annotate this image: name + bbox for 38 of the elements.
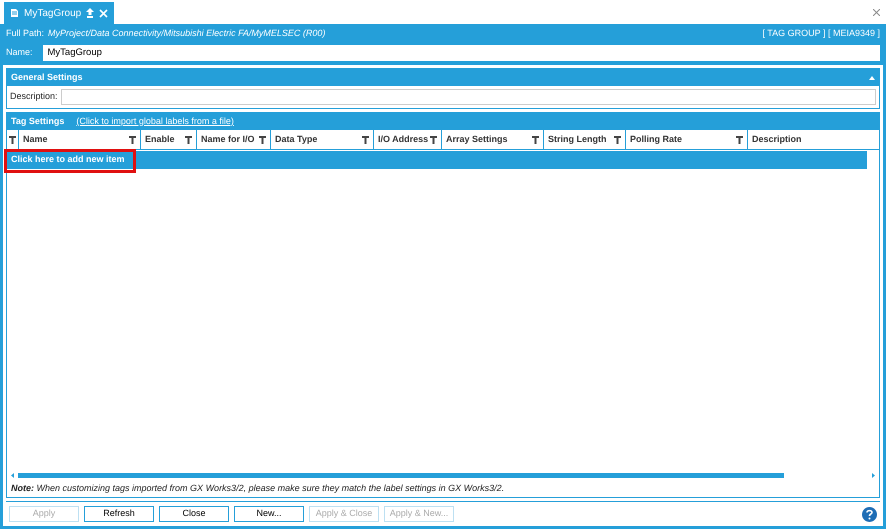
column-header[interactable]: Description (748, 130, 867, 149)
column-header[interactable]: Name (19, 130, 141, 149)
filter-icon[interactable] (9, 136, 16, 144)
column-header[interactable]: Polling Rate (626, 130, 748, 149)
filter-icon[interactable] (362, 136, 369, 144)
column-header[interactable]: String Length (544, 130, 626, 149)
scroll-left-icon[interactable] (11, 472, 14, 478)
action-button[interactable]: New... (234, 506, 304, 522)
filter-icon[interactable] (259, 136, 266, 144)
action-button[interactable]: Refresh (84, 506, 154, 522)
document-icon (10, 8, 19, 18)
filter-icon[interactable] (736, 136, 743, 144)
note-text: Note: When customizing tags imported from GX Works3/2, please make sure they match the label settings in GX Works3/2. (11, 482, 504, 496)
scroll-right-icon[interactable] (872, 472, 875, 478)
column-header[interactable]: Array Settings (442, 130, 544, 149)
filter-icon[interactable] (185, 136, 192, 144)
column-header[interactable]: Name for I/O (197, 130, 271, 149)
close-icon[interactable] (873, 9, 880, 16)
name-label: Name: (6, 46, 33, 60)
horizontal-scrollbar[interactable] (18, 472, 784, 478)
filter-icon[interactable] (532, 136, 539, 144)
description-field[interactable] (60, 89, 876, 105)
filter-icon[interactable] (129, 136, 136, 144)
column-header[interactable]: Enable (141, 130, 197, 149)
action-button[interactable]: Close (159, 506, 229, 522)
help-icon[interactable] (862, 506, 877, 522)
object-info: [ TAG GROUP ] [ MEIA9349 ] (762, 27, 880, 40)
filter-icon[interactable] (614, 136, 621, 144)
path-label: Full Path: (6, 27, 44, 40)
column-header[interactable]: Data Type (271, 130, 374, 149)
name-field[interactable]: MyTagGroup (42, 45, 880, 61)
section-title: Tag Settings (11, 114, 64, 128)
path-value: MyProject/Data Connectivity/Mitsubishi Electric FA/MyMELSEC (R00) (48, 27, 326, 40)
collapse-icon[interactable] (869, 76, 875, 80)
column-header[interactable]: I/O Address (374, 130, 442, 149)
description-label: Description: (10, 90, 58, 104)
filter-icon[interactable] (430, 136, 437, 144)
pin-icon[interactable] (86, 8, 94, 18)
